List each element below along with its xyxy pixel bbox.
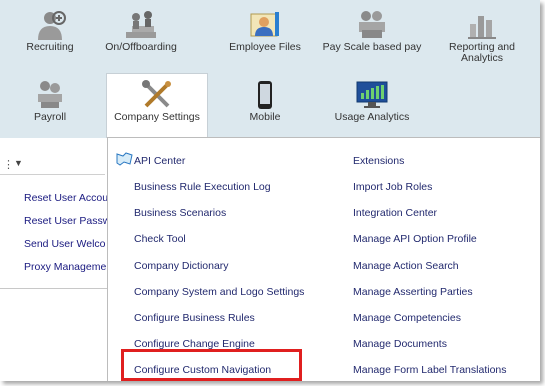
menu-item-configure-business-rules[interactable]: Configure Business Rules bbox=[134, 312, 255, 324]
menu-item-company-dictionary[interactable]: Company Dictionary bbox=[134, 260, 229, 272]
tile-label: Payroll bbox=[33, 111, 67, 123]
tile-pay-scale[interactable]: Pay Scale based pay bbox=[322, 10, 422, 53]
left-menu-item[interactable]: Reset User Accou bbox=[24, 192, 108, 204]
tile-company-settings[interactable]: Company Settings bbox=[106, 73, 208, 144]
menu-item-import-job-roles[interactable]: Import Job Roles bbox=[353, 181, 432, 193]
payroll-icon bbox=[33, 80, 67, 110]
menu-item-extensions[interactable]: Extensions bbox=[353, 155, 404, 167]
left-toolbar: ⋮ ▼ bbox=[0, 156, 105, 175]
left-menu-item[interactable]: Proxy Manageme bbox=[24, 261, 108, 273]
menu-item-company-system-logo-settings[interactable]: Company System and Logo Settings bbox=[134, 286, 304, 298]
menu-item-manage-asserting-parties[interactable]: Manage Asserting Parties bbox=[353, 286, 473, 298]
tile-onboarding[interactable]: On/Offboarding bbox=[91, 10, 191, 53]
tile-reporting[interactable]: Reporting and Analytics bbox=[432, 10, 532, 64]
tile-label: Pay Scale based pay bbox=[322, 41, 422, 53]
tile-payroll[interactable]: Payroll bbox=[0, 80, 100, 123]
tile-label: Recruiting bbox=[26, 41, 74, 53]
pay-scale-icon bbox=[355, 10, 389, 40]
tile-label: Company Settings bbox=[114, 111, 200, 123]
recruiting-icon bbox=[33, 10, 67, 40]
app-frame: Recruiting On/Offboarding Employee Files… bbox=[0, 0, 540, 381]
tile-label: Usage Analytics bbox=[334, 111, 410, 123]
menu-item-manage-action-search[interactable]: Manage Action Search bbox=[353, 260, 459, 272]
usage-analytics-icon bbox=[355, 80, 389, 110]
tile-usage-analytics[interactable]: Usage Analytics bbox=[322, 80, 422, 123]
onboarding-icon bbox=[124, 10, 158, 40]
left-menu-item[interactable]: Reset User Passw bbox=[24, 215, 108, 227]
menu-item-manage-documents[interactable]: Manage Documents bbox=[353, 338, 447, 350]
left-menu-item[interactable]: Send User Welco bbox=[24, 238, 108, 250]
highlight-box bbox=[121, 349, 302, 381]
api-center-icon bbox=[116, 152, 133, 171]
menu-item-manage-api-option-profile[interactable]: Manage API Option Profile bbox=[353, 233, 477, 245]
menu-item-business-scenarios[interactable]: Business Scenarios bbox=[134, 207, 226, 219]
tile-label: On/Offboarding bbox=[105, 41, 177, 53]
mobile-icon bbox=[248, 80, 282, 110]
tile-mobile[interactable]: Mobile bbox=[215, 80, 315, 123]
tile-label: Reporting and Analytics bbox=[449, 41, 515, 64]
tile-label: Mobile bbox=[249, 111, 281, 123]
menu-item-business-rule-execution-log[interactable]: Business Rule Execution Log bbox=[134, 181, 271, 193]
menu-item-integration-center[interactable]: Integration Center bbox=[353, 207, 437, 219]
menu-item-manage-form-label-translations[interactable]: Manage Form Label Translations bbox=[353, 364, 507, 376]
menu-icon[interactable]: ⋮ bbox=[3, 158, 14, 171]
menu-item-manage-competencies[interactable]: Manage Competencies bbox=[353, 312, 461, 324]
menu-item-check-tool[interactable]: Check Tool bbox=[134, 233, 186, 245]
employee-files-icon bbox=[248, 10, 282, 40]
tile-label: Employee Files bbox=[229, 41, 301, 53]
tile-employee-files[interactable]: Employee Files bbox=[215, 10, 315, 53]
company-settings-icon bbox=[140, 80, 174, 110]
module-launcher: Recruiting On/Offboarding Employee Files… bbox=[0, 0, 540, 144]
caret-down-icon[interactable]: ▼ bbox=[14, 158, 23, 168]
tile-recruiting[interactable]: Recruiting bbox=[0, 10, 100, 53]
menu-item-api-center[interactable]: API Center bbox=[134, 155, 185, 167]
reporting-icon bbox=[465, 10, 499, 40]
